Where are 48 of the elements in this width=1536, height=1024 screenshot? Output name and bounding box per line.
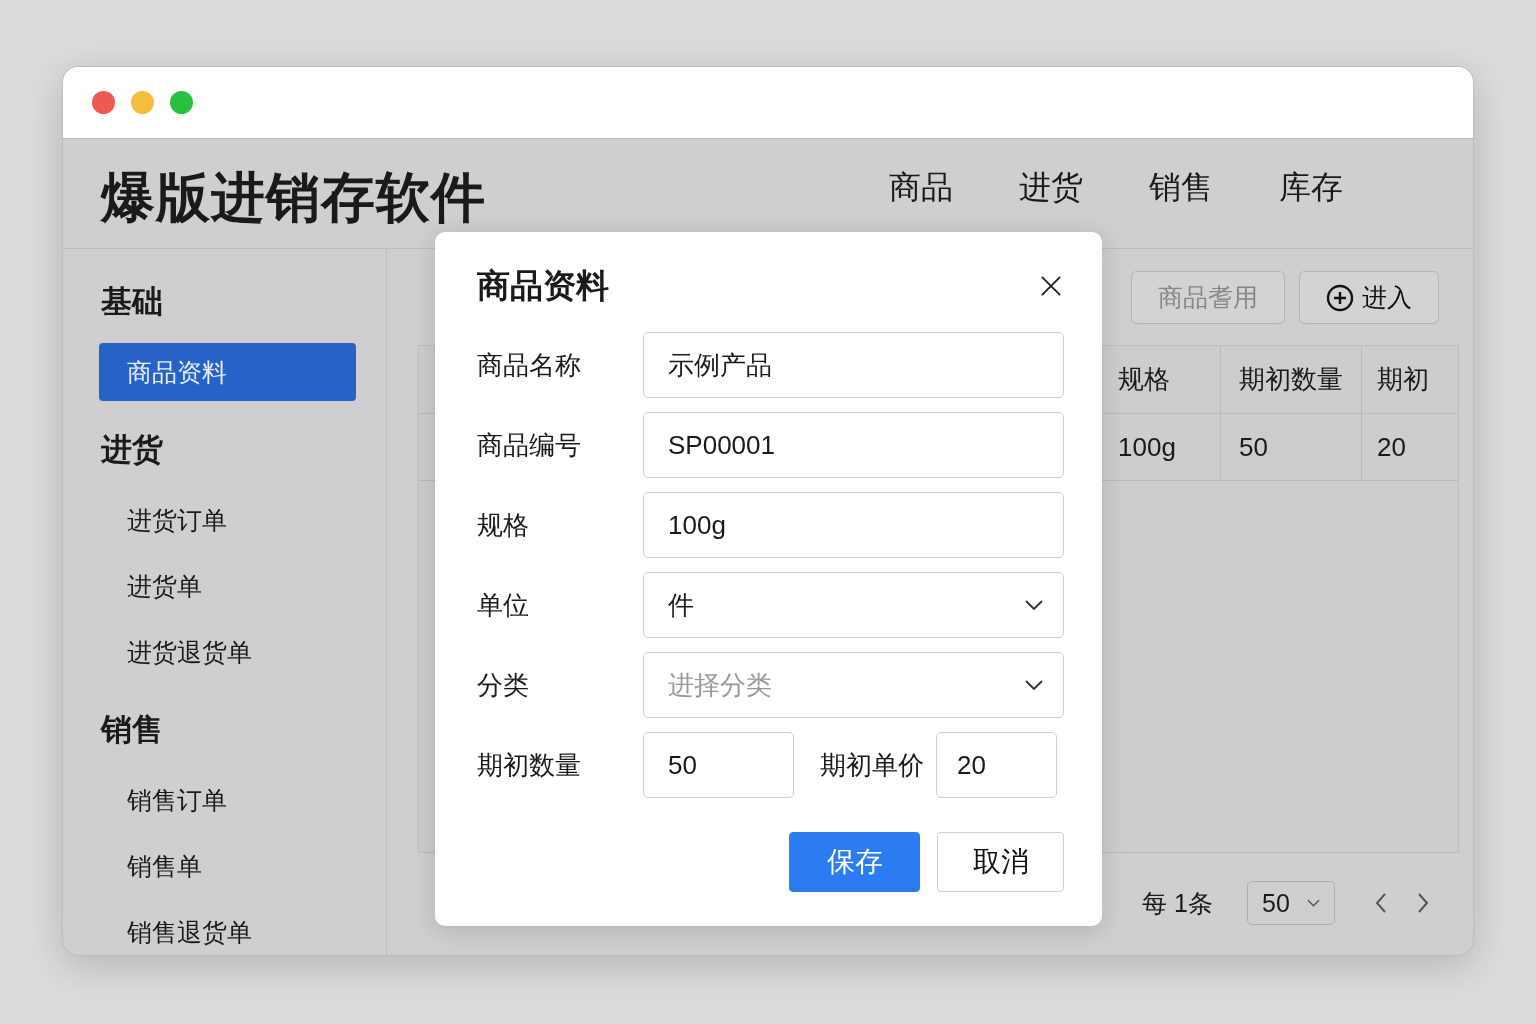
sidebar-section-title: 销售 [99, 711, 164, 749]
save-button[interactable]: 保存 [789, 832, 920, 892]
chevron-down-icon [1025, 680, 1043, 690]
field-label: 单位 [477, 588, 530, 622]
nav-tab[interactable]: 库存 [1279, 165, 1343, 210]
select-field[interactable]: 件 [643, 572, 1064, 638]
dialog-title: 商品资料 [477, 265, 609, 306]
input-field[interactable]: 100g [643, 492, 1064, 558]
add-icon [1326, 283, 1354, 312]
field-label: 商品编号 [477, 428, 582, 462]
close-window-icon[interactable] [92, 91, 115, 114]
column-header: 期初 [1361, 346, 1458, 413]
table-cell-text: 100g [1117, 430, 1177, 464]
sidebar-item[interactable]: 进货单 [99, 557, 356, 615]
close-icon[interactable] [1040, 275, 1062, 297]
sidebar-item[interactable]: 进货退货单 [99, 623, 356, 681]
page-summary: 每 1条 [1142, 887, 1213, 919]
sidebar-section-title: 进货 [99, 431, 164, 469]
nav-tab[interactable]: 商品 [889, 165, 953, 210]
field-label: 分类 [477, 668, 530, 702]
input-field[interactable]: 20 [936, 732, 1057, 798]
column-header: 期初数量 [1220, 346, 1361, 413]
nav-tab[interactable]: 销售 [1149, 165, 1213, 210]
next-page-icon[interactable] [1417, 893, 1429, 913]
field-label: 期初单价 [820, 748, 924, 782]
chevron-down-icon [1307, 899, 1320, 907]
input-field[interactable]: 50 [643, 732, 794, 798]
sidebar-item[interactable]: 商品资料 [99, 343, 356, 401]
sidebar-section-title: 基础 [100, 283, 164, 321]
app-title: 爆版进销存软件 [101, 166, 486, 229]
table-cell: 50 [1220, 414, 1361, 480]
chevron-down-icon [1025, 600, 1043, 610]
sidebar-item[interactable]: 进货订单 [99, 491, 356, 549]
nav-tab[interactable]: 进货 [1019, 165, 1083, 210]
sidebar-item[interactable]: 销售订单 [99, 771, 356, 829]
field-label: 规格 [477, 508, 530, 542]
add-button[interactable]: 进入 [1299, 271, 1439, 324]
column-header: 规格 [1117, 363, 1171, 396]
sidebar-item[interactable]: 销售退货单 [99, 903, 356, 955]
table-cell: 20 [1361, 414, 1458, 480]
field-label: 商品名称 [477, 348, 582, 382]
previous-page-icon[interactable] [1375, 893, 1387, 913]
input-field[interactable]: 示例产品 [643, 332, 1064, 398]
field-label: 期初数量 [477, 748, 582, 782]
input-field[interactable]: SP00001 [643, 412, 1064, 478]
sidebar-item[interactable]: 销售单 [99, 837, 356, 895]
page-size-select[interactable]: 50 [1247, 881, 1335, 925]
cancel-button[interactable]: 取消 [937, 832, 1064, 892]
